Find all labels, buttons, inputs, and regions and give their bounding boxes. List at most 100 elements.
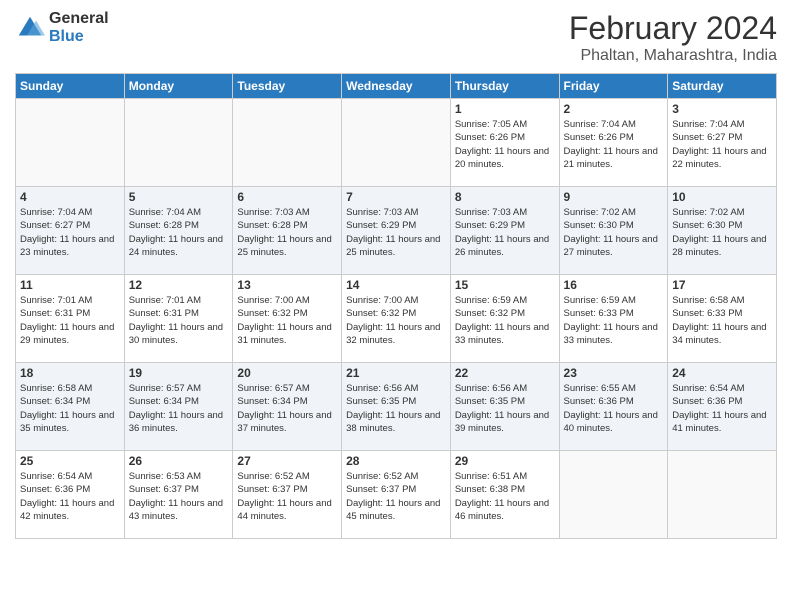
day-number: 5 — [129, 190, 229, 204]
day-info: Sunrise: 7:02 AMSunset: 6:30 PMDaylight:… — [672, 207, 766, 258]
calendar-cell: 26Sunrise: 6:53 AMSunset: 6:37 PMDayligh… — [124, 451, 233, 539]
calendar-cell: 21 Sunrise: 6:56 AMSunset: 6:35 PMDayligh… — [342, 363, 451, 451]
day-number: 21 — [346, 366, 446, 380]
day-info: Sunrise: 7:04 AMSunset: 6:26 PMDaylight:… — [564, 119, 658, 170]
day-number: 2 — [564, 102, 664, 116]
day-info: Sunrise: 7:05 AMSunset: 6:26 PMDaylight:… — [455, 119, 549, 170]
month-year-title: February 2024 — [569, 10, 777, 47]
header-saturday: Saturday — [668, 74, 777, 99]
day-number: 22 — [455, 366, 555, 380]
calendar-cell: 5 Sunrise: 7:04 AMSunset: 6:28 PMDaylight… — [124, 187, 233, 275]
calendar-cell — [668, 451, 777, 539]
day-info: Sunrise: 6:59 AMSunset: 6:32 PMDaylight:… — [455, 295, 549, 346]
calendar-cell: 4Sunrise: 7:04 AMSunset: 6:27 PMDaylight… — [16, 187, 125, 275]
day-number: 9 — [564, 190, 664, 204]
day-info: Sunrise: 7:04 AMSunset: 6:27 PMDaylight:… — [672, 119, 766, 170]
day-info: Sunrise: 7:01 AMSunset: 6:31 PMDaylight:… — [20, 295, 114, 346]
day-number: 24 — [672, 366, 772, 380]
day-info: Sunrise: 6:52 AMSunset: 6:37 PMDaylight:… — [346, 471, 440, 522]
calendar-cell: 18Sunrise: 6:58 AMSunset: 6:34 PMDayligh… — [16, 363, 125, 451]
header-wednesday: Wednesday — [342, 74, 451, 99]
calendar-cell: 11 Sunrise: 7:01 AMSunset: 6:31 PMDayligh… — [16, 275, 125, 363]
day-number: 25 — [20, 454, 120, 468]
calendar-cell: 19 Sunrise: 6:57 AMSunset: 6:34 PMDayligh… — [124, 363, 233, 451]
calendar-cell: 24 Sunrise: 6:54 AMSunset: 6:36 PMDayligh… — [668, 363, 777, 451]
day-info: Sunrise: 6:59 AMSunset: 6:33 PMDaylight:… — [564, 295, 658, 346]
day-info: Sunrise: 6:57 AMSunset: 6:34 PMDaylight:… — [129, 383, 223, 434]
calendar-cell: 6 Sunrise: 7:03 AMSunset: 6:28 PMDaylight… — [233, 187, 342, 275]
calendar-week-row: 1Sunrise: 7:05 AMSunset: 6:26 PMDaylight… — [16, 99, 777, 187]
day-info: Sunrise: 6:58 AMSunset: 6:34 PMDaylight:… — [20, 383, 114, 434]
calendar-cell: 13 Sunrise: 7:00 AMSunset: 6:32 PMDayligh… — [233, 275, 342, 363]
day-info: Sunrise: 7:04 AMSunset: 6:28 PMDaylight:… — [129, 207, 223, 258]
title-block: February 2024 Phaltan, Maharashtra, Indi… — [569, 10, 777, 65]
calendar-week-row: 11 Sunrise: 7:01 AMSunset: 6:31 PMDayligh… — [16, 275, 777, 363]
calendar-cell — [559, 451, 668, 539]
day-info: Sunrise: 7:03 AMSunset: 6:28 PMDaylight:… — [237, 207, 331, 258]
day-number: 19 — [129, 366, 229, 380]
calendar-cell: 16 Sunrise: 6:59 AMSunset: 6:33 PMDayligh… — [559, 275, 668, 363]
day-number: 6 — [237, 190, 337, 204]
header-friday: Friday — [559, 74, 668, 99]
day-info: Sunrise: 7:03 AMSunset: 6:29 PMDaylight:… — [455, 207, 549, 258]
day-info: Sunrise: 7:01 AMSunset: 6:31 PMDaylight:… — [129, 295, 223, 346]
location-title: Phaltan, Maharashtra, India — [569, 47, 777, 65]
day-number: 10 — [672, 190, 772, 204]
day-info: Sunrise: 6:58 AMSunset: 6:33 PMDaylight:… — [672, 295, 766, 346]
day-number: 16 — [564, 278, 664, 292]
calendar-cell: 23 Sunrise: 6:55 AMSunset: 6:36 PMDayligh… — [559, 363, 668, 451]
day-info: Sunrise: 6:54 AMSunset: 6:36 PMDaylight:… — [20, 471, 114, 522]
day-info: Sunrise: 6:54 AMSunset: 6:36 PMDaylight:… — [672, 383, 766, 434]
calendar-cell: 20 Sunrise: 6:57 AMSunset: 6:34 PMDayligh… — [233, 363, 342, 451]
logo-text: General Blue — [49, 10, 109, 45]
header-monday: Monday — [124, 74, 233, 99]
logo-blue: Blue — [49, 28, 109, 46]
calendar-cell: 29Sunrise: 6:51 AMSunset: 6:38 PMDayligh… — [450, 451, 559, 539]
day-number: 29 — [455, 454, 555, 468]
day-number: 17 — [672, 278, 772, 292]
day-number: 3 — [672, 102, 772, 116]
calendar-cell: 28Sunrise: 6:52 AMSunset: 6:37 PMDayligh… — [342, 451, 451, 539]
calendar-cell — [342, 99, 451, 187]
header: General Blue February 2024 Phaltan, Maha… — [15, 10, 777, 65]
calendar-week-row: 25 Sunrise: 6:54 AMSunset: 6:36 PMDayligh… — [16, 451, 777, 539]
day-number: 8 — [455, 190, 555, 204]
day-info: Sunrise: 6:52 AMSunset: 6:37 PMDaylight:… — [237, 471, 331, 522]
calendar-header-row: SundayMondayTuesdayWednesdayThursdayFrid… — [16, 74, 777, 99]
day-info: Sunrise: 7:00 AMSunset: 6:32 PMDaylight:… — [237, 295, 331, 346]
day-info: Sunrise: 6:57 AMSunset: 6:34 PMDaylight:… — [237, 383, 331, 434]
calendar-cell — [124, 99, 233, 187]
calendar-cell — [233, 99, 342, 187]
day-number: 20 — [237, 366, 337, 380]
calendar-table: SundayMondayTuesdayWednesdayThursdayFrid… — [15, 73, 777, 539]
day-number: 13 — [237, 278, 337, 292]
day-info: Sunrise: 6:53 AMSunset: 6:37 PMDaylight:… — [129, 471, 223, 522]
calendar-week-row: 4Sunrise: 7:04 AMSunset: 6:27 PMDaylight… — [16, 187, 777, 275]
header-sunday: Sunday — [16, 74, 125, 99]
calendar-cell: 14Sunrise: 7:00 AMSunset: 6:32 PMDayligh… — [342, 275, 451, 363]
header-thursday: Thursday — [450, 74, 559, 99]
calendar-cell: 2 Sunrise: 7:04 AMSunset: 6:26 PMDaylight… — [559, 99, 668, 187]
header-tuesday: Tuesday — [233, 74, 342, 99]
calendar-cell: 1Sunrise: 7:05 AMSunset: 6:26 PMDaylight… — [450, 99, 559, 187]
day-number: 11 — [20, 278, 120, 292]
day-number: 23 — [564, 366, 664, 380]
page: General Blue February 2024 Phaltan, Maha… — [0, 0, 792, 612]
day-info: Sunrise: 6:55 AMSunset: 6:36 PMDaylight:… — [564, 383, 658, 434]
calendar-cell: 8 Sunrise: 7:03 AMSunset: 6:29 PMDaylight… — [450, 187, 559, 275]
day-info: Sunrise: 7:04 AMSunset: 6:27 PMDaylight:… — [20, 207, 114, 258]
day-number: 15 — [455, 278, 555, 292]
calendar-cell — [16, 99, 125, 187]
day-info: Sunrise: 7:03 AMSunset: 6:29 PMDaylight:… — [346, 207, 440, 258]
calendar-week-row: 18Sunrise: 6:58 AMSunset: 6:34 PMDayligh… — [16, 363, 777, 451]
calendar-cell: 15 Sunrise: 6:59 AMSunset: 6:32 PMDayligh… — [450, 275, 559, 363]
calendar-cell: 10 Sunrise: 7:02 AMSunset: 6:30 PMDayligh… — [668, 187, 777, 275]
day-info: Sunrise: 6:56 AMSunset: 6:35 PMDaylight:… — [346, 383, 440, 434]
calendar-cell: 25 Sunrise: 6:54 AMSunset: 6:36 PMDayligh… — [16, 451, 125, 539]
calendar-cell: 3 Sunrise: 7:04 AMSunset: 6:27 PMDaylight… — [668, 99, 777, 187]
logo: General Blue — [15, 10, 109, 45]
day-info: Sunrise: 6:56 AMSunset: 6:35 PMDaylight:… — [455, 383, 549, 434]
logo-general: General — [49, 10, 109, 28]
calendar-cell: 27Sunrise: 6:52 AMSunset: 6:37 PMDayligh… — [233, 451, 342, 539]
calendar-cell: 12Sunrise: 7:01 AMSunset: 6:31 PMDayligh… — [124, 275, 233, 363]
